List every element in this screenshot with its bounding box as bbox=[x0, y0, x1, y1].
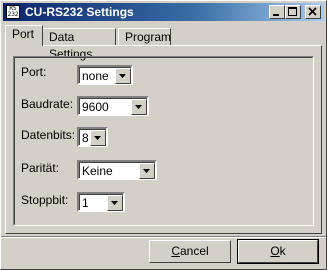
stoppbit-select[interactable]: 1 bbox=[77, 192, 125, 212]
stoppbit-dropdown-button[interactable] bbox=[107, 195, 123, 211]
baudrate-dropdown-button[interactable] bbox=[131, 99, 147, 115]
ok-accelerator: O bbox=[270, 244, 280, 258]
title-bar[interactable]: RS 232 CU-RS232 Settings bbox=[3, 3, 324, 21]
tab-data-settings[interactable]: Data Settings bbox=[42, 28, 116, 61]
baudrate-select[interactable]: 9600 bbox=[77, 96, 149, 116]
datenbits-dropdown-button[interactable] bbox=[90, 130, 106, 146]
datenbits-label: Datenbits: bbox=[21, 128, 76, 142]
paritaet-select[interactable]: Keine bbox=[77, 160, 157, 180]
close-icon bbox=[308, 7, 317, 16]
datenbits-select[interactable]: 8 bbox=[77, 127, 108, 147]
close-button[interactable] bbox=[305, 5, 321, 19]
paritaet-dropdown-button[interactable] bbox=[139, 163, 155, 179]
chevron-down-icon bbox=[119, 74, 126, 78]
tab-port[interactable]: Port bbox=[5, 25, 43, 46]
port-value: none bbox=[82, 69, 109, 83]
tab-port-label: Port bbox=[12, 27, 35, 41]
cancel-label-rest: ancel bbox=[179, 244, 209, 258]
maximize-button[interactable] bbox=[285, 5, 301, 19]
tab-program-label: Program bbox=[125, 30, 172, 44]
window-title: CU-RS232 Settings bbox=[25, 5, 134, 19]
footer-divider bbox=[1, 236, 326, 238]
port-label: Port: bbox=[21, 65, 47, 79]
chevron-down-icon bbox=[135, 105, 142, 109]
cancel-accelerator: C bbox=[171, 244, 180, 258]
minimize-button[interactable] bbox=[269, 5, 285, 19]
port-select[interactable]: none bbox=[77, 65, 133, 85]
chevron-down-icon bbox=[143, 169, 150, 173]
dialog-window: RS 232 CU-RS232 Settings Port Data Settin… bbox=[0, 0, 327, 270]
stoppbit-value: 1 bbox=[82, 196, 89, 210]
minimize-icon bbox=[273, 14, 279, 16]
baudrate-value: 9600 bbox=[82, 100, 109, 114]
paritaet-value: Keine bbox=[82, 164, 113, 178]
baudrate-label: Baudrate: bbox=[21, 97, 74, 111]
chevron-down-icon bbox=[111, 201, 118, 205]
ok-button[interactable]: Ok bbox=[237, 239, 319, 264]
port-dropdown-button[interactable] bbox=[115, 68, 131, 84]
app-icon: RS 232 bbox=[6, 5, 20, 19]
ok-label-rest: k bbox=[279, 244, 286, 258]
datenbits-value: 8 bbox=[82, 131, 89, 145]
tab-program[interactable]: Program bbox=[118, 28, 171, 46]
chevron-down-icon bbox=[94, 136, 101, 140]
stoppbit-label: Stoppbit: bbox=[21, 193, 69, 207]
paritaet-label: Parität: bbox=[21, 161, 60, 175]
maximize-icon bbox=[288, 7, 297, 16]
cancel-button[interactable]: Cancel bbox=[149, 240, 231, 263]
